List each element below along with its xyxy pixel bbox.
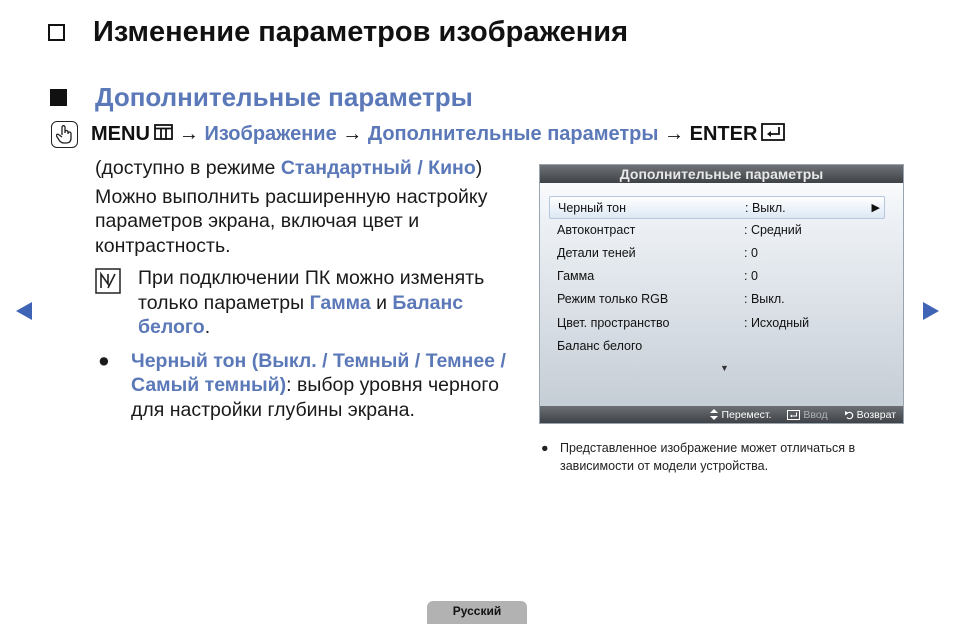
enter-label: ENTER [689, 123, 758, 145]
hollow-square-icon [48, 24, 65, 41]
enter-icon [761, 122, 786, 147]
menu-label: MENU [91, 123, 150, 145]
scroll-down-icon: ▼ [720, 363, 729, 373]
enter-small-icon [787, 409, 801, 420]
black-tone-bullet: ● Черный тон (Выкл. / Темный / Темнее / … [98, 349, 506, 421]
page-header: Изменение параметров изображения [48, 16, 628, 49]
section-title: Дополнительные параметры [95, 82, 473, 112]
tv-menu-row: Автоконтраст : Средний [557, 223, 802, 237]
pc-note: При подключении ПК можно изменять только… [95, 266, 515, 340]
description: Можно выполнить расширенную настройку па… [95, 185, 488, 257]
tv-menu-title: Дополнительные параметры [540, 165, 903, 183]
updown-icon [710, 409, 719, 420]
menu-path: MENU → Изображение → Дополнительные пара… [51, 121, 786, 148]
mode-names: Стандартный / Кино [280, 157, 476, 179]
remote-hand-icon [51, 121, 78, 148]
note-icon [95, 268, 121, 301]
tv-footer-move: Перемест. [710, 409, 771, 421]
body-text: (доступно в режиме Стандартный / Кино) М… [95, 156, 515, 422]
menu-grid-icon [153, 123, 173, 146]
path-step-advanced: Дополнительные параметры [367, 123, 659, 145]
tv-menu-screenshot: Дополнительные параметры Черный тон : Вы… [539, 164, 904, 424]
section-header: Дополнительные параметры [50, 82, 473, 113]
tv-menu-row: Гамма : 0 [557, 269, 758, 283]
next-arrow-icon[interactable] [921, 301, 941, 326]
tv-menu-row: Баланс белого [557, 339, 643, 353]
right-arrow-icon: ▶ [871, 202, 880, 214]
path-arrow: → [342, 123, 363, 145]
tv-menu-row: Детали теней : 0 [557, 246, 758, 260]
tv-footer-enter: Ввод [787, 409, 828, 421]
tv-menu-row-black-tone: Черный тон : Выкл. ▶ [549, 196, 885, 219]
tv-menu-row: Режим только RGB : Выкл. [557, 292, 785, 306]
path-arrow: → [664, 123, 685, 145]
solid-square-icon [50, 89, 67, 106]
prev-arrow-icon[interactable] [14, 301, 34, 326]
page-title: Изменение параметров изображения [93, 16, 629, 48]
tv-footer-return: Возврат [844, 409, 896, 421]
path-arrow: → [178, 123, 199, 145]
gamma-link-text: Гамма [309, 291, 371, 314]
path-step-picture: Изображение [204, 123, 337, 145]
return-icon [844, 410, 853, 419]
availability-text: (доступно в режиме Стандартный / Кино) [95, 157, 483, 179]
language-tab[interactable]: Русский [427, 601, 527, 624]
tv-menu-footer: Перемест. Ввод Возврат [540, 406, 903, 423]
footnote: ● Представленное изображение может отлич… [541, 441, 856, 473]
tv-menu-row: Цвет. пространство : Исходный [557, 316, 810, 330]
bullet-dot: ● [541, 441, 549, 455]
bullet-dot: ● [98, 349, 110, 372]
